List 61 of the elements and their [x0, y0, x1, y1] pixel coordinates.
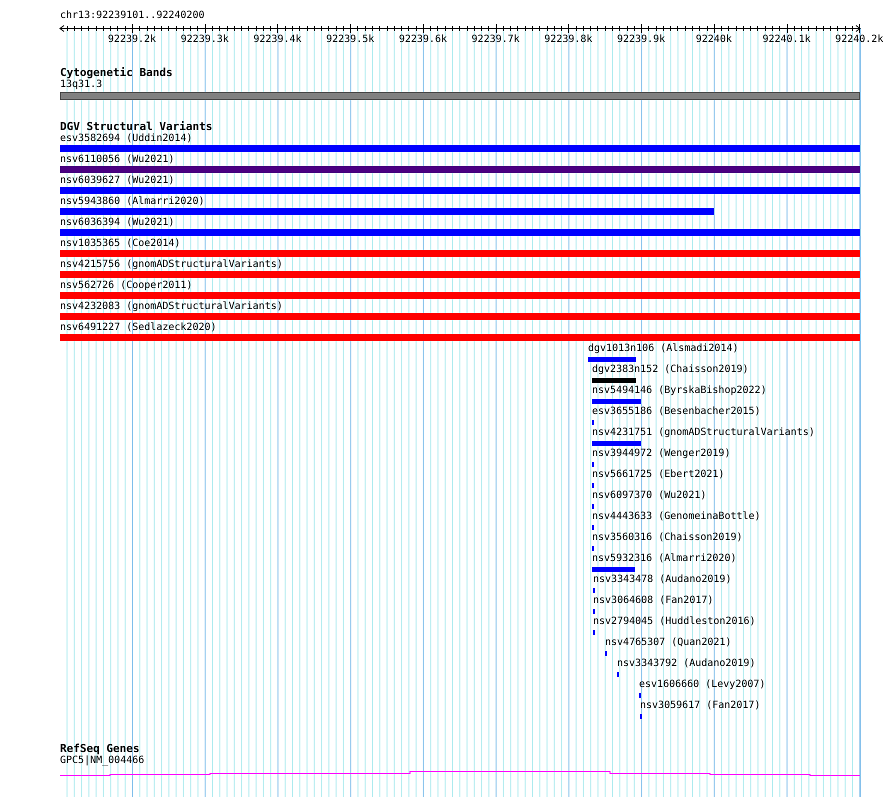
gene-model-drawing[interactable]: [60, 771, 860, 776]
variant-label[interactable]: nsv4443633 (GenomeinaBottle): [592, 511, 761, 523]
variant-bar[interactable]: [592, 378, 636, 383]
variant-label[interactable]: nsv6039627 (Wu2021): [60, 175, 174, 187]
variant-bar[interactable]: [60, 166, 860, 173]
variant-label[interactable]: nsv4765307 (Quan2021): [605, 637, 732, 649]
tick-label: 92239.5k: [326, 34, 374, 46]
variant-label[interactable]: nsv3944972 (Wenger2019): [592, 448, 730, 460]
variant-label[interactable]: nsv3059617 (Fan2017): [640, 700, 760, 712]
variant-bar[interactable]: [588, 357, 636, 362]
tick-label: 92239.3k: [180, 34, 229, 46]
variant-label[interactable]: nsv5494146 (ByrskaBishop2022): [592, 385, 767, 397]
variant-bar[interactable]: [60, 292, 860, 299]
variant-bar[interactable]: [592, 567, 635, 572]
variant-label[interactable]: nsv3343478 (Audano2019): [593, 574, 732, 586]
tick-label: 92240.1k: [762, 34, 811, 46]
variant-label[interactable]: nsv3343792 (Audano2019): [617, 658, 756, 670]
variant-label[interactable]: nsv5661725 (Ebert2021): [592, 469, 724, 481]
variant-label[interactable]: nsv3560316 (Chaisson2019): [592, 532, 743, 544]
variant-bar[interactable]: [60, 334, 860, 341]
variant-label[interactable]: nsv5943860 (Almarri2020): [60, 196, 204, 208]
variant-label[interactable]: esv3582694 (Uddin2014): [60, 133, 192, 145]
tick-label: 92239.8k: [544, 34, 592, 46]
variant-bar[interactable]: [60, 229, 860, 236]
variant-label[interactable]: esv3655186 (Besenbacher2015): [592, 406, 761, 418]
variant-bar[interactable]: [592, 399, 641, 404]
variant-label[interactable]: nsv6097370 (Wu2021): [592, 490, 706, 502]
tick-label: 92239.9k: [617, 34, 666, 46]
track-title: RefSeq Genes: [60, 743, 140, 755]
variant-bar[interactable]: [60, 145, 860, 152]
variant-bar[interactable]: [60, 187, 860, 194]
variant-label[interactable]: nsv6036394 (Wu2021): [60, 217, 174, 229]
variant-label[interactable]: nsv6110056 (Wu2021): [60, 154, 174, 166]
variant-bar[interactable]: [60, 313, 860, 320]
track-title: DGV Structural Variants: [60, 121, 212, 133]
tick-label: 92239.7k: [472, 34, 520, 46]
variant-label[interactable]: dgv1013n106 (Alsmadi2014): [588, 343, 739, 355]
variant-label[interactable]: nsv562726 (Cooper2011): [60, 280, 192, 292]
variant-label[interactable]: nsv5932316 (Almarri2020): [592, 553, 736, 565]
variant-label[interactable]: esv1606660 (Levy2007): [639, 679, 766, 691]
variant-label[interactable]: nsv3064608 (Fan2017): [593, 595, 714, 607]
location-label: chr13:92239101..92240200: [60, 10, 204, 21]
tick-label: 92239.6k: [398, 34, 447, 46]
tick-label: 92239.4k: [253, 34, 302, 46]
variant-label[interactable]: nsv4231751 (gnomADStructuralVariants): [592, 427, 815, 439]
variant-label[interactable]: nsv4215756 (gnomADStructuralVariants): [60, 259, 283, 271]
variant-bar[interactable]: [60, 208, 714, 215]
variant-bar[interactable]: [592, 441, 641, 446]
tick-label: 92240.2k: [835, 34, 884, 46]
variant-bar[interactable]: [60, 250, 860, 257]
gene-label[interactable]: GPC5|NM_004466: [60, 755, 144, 767]
band-label: 13q31.3: [60, 79, 102, 91]
track-title: Cytogenetic Bands: [60, 67, 173, 79]
variant-label[interactable]: nsv2794045 (Huddleston2016): [593, 616, 756, 628]
variant-label[interactable]: dgv2383n152 (Chaisson2019): [592, 364, 749, 376]
variant-label[interactable]: nsv6491227 (Sedlazeck2020): [60, 322, 217, 334]
tick-label: 92240k: [696, 34, 732, 46]
variant-label[interactable]: nsv1035365 (Coe2014): [60, 238, 180, 250]
tick-label: 92239.2k: [108, 34, 156, 46]
variant-bar[interactable]: [60, 271, 860, 278]
variant-label[interactable]: nsv4232083 (gnomADStructuralVariants): [60, 301, 283, 313]
